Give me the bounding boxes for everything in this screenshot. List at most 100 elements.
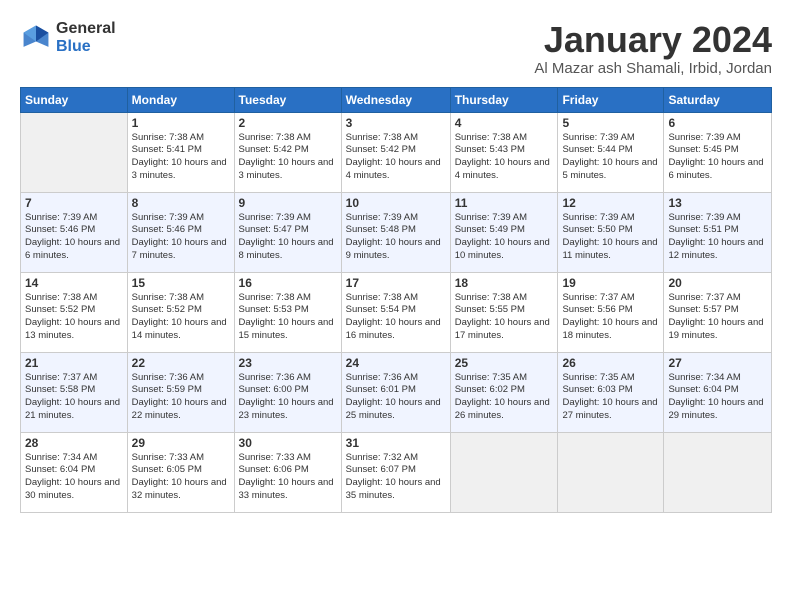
day-number: 6 [668, 116, 767, 130]
table-row: 7 Sunrise: 7:39 AM Sunset: 5:46 PM Dayli… [21, 192, 128, 272]
day-info: Sunrise: 7:36 AM Sunset: 5:59 PM Dayligh… [132, 372, 230, 423]
day-info: Sunrise: 7:38 AM Sunset: 5:52 PM Dayligh… [132, 292, 230, 343]
calendar-title: January 2024 [534, 20, 772, 60]
day-info: Sunrise: 7:33 AM Sunset: 6:05 PM Dayligh… [132, 452, 230, 503]
page: General Blue January 2024 Al Mazar ash S… [0, 0, 792, 612]
day-number: 1 [132, 116, 230, 130]
table-row: 14 Sunrise: 7:38 AM Sunset: 5:52 PM Dayl… [21, 272, 128, 352]
day-info: Sunrise: 7:39 AM Sunset: 5:49 PM Dayligh… [455, 212, 554, 263]
table-row: 9 Sunrise: 7:39 AM Sunset: 5:47 PM Dayli… [234, 192, 341, 272]
calendar-week-row: 1 Sunrise: 7:38 AM Sunset: 5:41 PM Dayli… [21, 112, 772, 192]
table-row [664, 432, 772, 512]
logo-text: General Blue [56, 20, 116, 55]
table-row: 30 Sunrise: 7:33 AM Sunset: 6:06 PM Dayl… [234, 432, 341, 512]
day-info: Sunrise: 7:39 AM Sunset: 5:47 PM Dayligh… [239, 212, 337, 263]
calendar-week-row: 21 Sunrise: 7:37 AM Sunset: 5:58 PM Dayl… [21, 352, 772, 432]
day-number: 27 [668, 356, 767, 370]
day-info: Sunrise: 7:38 AM Sunset: 5:55 PM Dayligh… [455, 292, 554, 343]
day-info: Sunrise: 7:35 AM Sunset: 6:02 PM Dayligh… [455, 372, 554, 423]
day-number: 29 [132, 436, 230, 450]
table-row [450, 432, 558, 512]
day-number: 9 [239, 196, 337, 210]
table-row: 1 Sunrise: 7:38 AM Sunset: 5:41 PM Dayli… [127, 112, 234, 192]
table-row: 12 Sunrise: 7:39 AM Sunset: 5:50 PM Dayl… [558, 192, 664, 272]
day-info: Sunrise: 7:39 AM Sunset: 5:51 PM Dayligh… [668, 212, 767, 263]
day-number: 20 [668, 276, 767, 290]
day-info: Sunrise: 7:39 AM Sunset: 5:45 PM Dayligh… [668, 132, 767, 183]
day-info: Sunrise: 7:35 AM Sunset: 6:03 PM Dayligh… [562, 372, 659, 423]
table-row: 8 Sunrise: 7:39 AM Sunset: 5:46 PM Dayli… [127, 192, 234, 272]
day-number: 16 [239, 276, 337, 290]
table-row: 18 Sunrise: 7:38 AM Sunset: 5:55 PM Dayl… [450, 272, 558, 352]
day-number: 30 [239, 436, 337, 450]
col-friday: Friday [558, 87, 664, 112]
col-thursday: Thursday [450, 87, 558, 112]
table-row: 29 Sunrise: 7:33 AM Sunset: 6:05 PM Dayl… [127, 432, 234, 512]
table-row: 21 Sunrise: 7:37 AM Sunset: 5:58 PM Dayl… [21, 352, 128, 432]
day-info: Sunrise: 7:39 AM Sunset: 5:46 PM Dayligh… [25, 212, 123, 263]
table-row: 28 Sunrise: 7:34 AM Sunset: 6:04 PM Dayl… [21, 432, 128, 512]
day-number: 24 [346, 356, 446, 370]
table-row: 19 Sunrise: 7:37 AM Sunset: 5:56 PM Dayl… [558, 272, 664, 352]
header: General Blue January 2024 Al Mazar ash S… [20, 20, 772, 77]
col-wednesday: Wednesday [341, 87, 450, 112]
day-number: 18 [455, 276, 554, 290]
logo-blue-text: Blue [56, 38, 116, 56]
table-row: 16 Sunrise: 7:38 AM Sunset: 5:53 PM Dayl… [234, 272, 341, 352]
col-sunday: Sunday [21, 87, 128, 112]
logo-icon [20, 22, 52, 54]
day-number: 13 [668, 196, 767, 210]
table-row: 25 Sunrise: 7:35 AM Sunset: 6:02 PM Dayl… [450, 352, 558, 432]
table-row: 31 Sunrise: 7:32 AM Sunset: 6:07 PM Dayl… [341, 432, 450, 512]
col-monday: Monday [127, 87, 234, 112]
calendar-subtitle: Al Mazar ash Shamali, Irbid, Jordan [534, 60, 772, 77]
day-info: Sunrise: 7:39 AM Sunset: 5:50 PM Dayligh… [562, 212, 659, 263]
col-tuesday: Tuesday [234, 87, 341, 112]
day-number: 15 [132, 276, 230, 290]
day-number: 10 [346, 196, 446, 210]
table-row: 2 Sunrise: 7:38 AM Sunset: 5:42 PM Dayli… [234, 112, 341, 192]
day-number: 3 [346, 116, 446, 130]
day-info: Sunrise: 7:36 AM Sunset: 6:00 PM Dayligh… [239, 372, 337, 423]
calendar-week-row: 14 Sunrise: 7:38 AM Sunset: 5:52 PM Dayl… [21, 272, 772, 352]
day-info: Sunrise: 7:33 AM Sunset: 6:06 PM Dayligh… [239, 452, 337, 503]
day-info: Sunrise: 7:39 AM Sunset: 5:48 PM Dayligh… [346, 212, 446, 263]
table-row: 10 Sunrise: 7:39 AM Sunset: 5:48 PM Dayl… [341, 192, 450, 272]
day-info: Sunrise: 7:34 AM Sunset: 6:04 PM Dayligh… [668, 372, 767, 423]
col-saturday: Saturday [664, 87, 772, 112]
table-row: 26 Sunrise: 7:35 AM Sunset: 6:03 PM Dayl… [558, 352, 664, 432]
table-row: 15 Sunrise: 7:38 AM Sunset: 5:52 PM Dayl… [127, 272, 234, 352]
day-info: Sunrise: 7:37 AM Sunset: 5:57 PM Dayligh… [668, 292, 767, 343]
table-row: 17 Sunrise: 7:38 AM Sunset: 5:54 PM Dayl… [341, 272, 450, 352]
day-info: Sunrise: 7:34 AM Sunset: 6:04 PM Dayligh… [25, 452, 123, 503]
day-number: 17 [346, 276, 446, 290]
day-info: Sunrise: 7:38 AM Sunset: 5:43 PM Dayligh… [455, 132, 554, 183]
day-number: 2 [239, 116, 337, 130]
day-number: 8 [132, 196, 230, 210]
table-row: 4 Sunrise: 7:38 AM Sunset: 5:43 PM Dayli… [450, 112, 558, 192]
day-info: Sunrise: 7:36 AM Sunset: 6:01 PM Dayligh… [346, 372, 446, 423]
table-row: 22 Sunrise: 7:36 AM Sunset: 5:59 PM Dayl… [127, 352, 234, 432]
day-number: 31 [346, 436, 446, 450]
table-row: 6 Sunrise: 7:39 AM Sunset: 5:45 PM Dayli… [664, 112, 772, 192]
calendar-week-row: 7 Sunrise: 7:39 AM Sunset: 5:46 PM Dayli… [21, 192, 772, 272]
logo: General Blue [20, 20, 116, 55]
day-number: 25 [455, 356, 554, 370]
table-row: 11 Sunrise: 7:39 AM Sunset: 5:49 PM Dayl… [450, 192, 558, 272]
table-row: 27 Sunrise: 7:34 AM Sunset: 6:04 PM Dayl… [664, 352, 772, 432]
day-number: 5 [562, 116, 659, 130]
day-info: Sunrise: 7:38 AM Sunset: 5:53 PM Dayligh… [239, 292, 337, 343]
day-number: 19 [562, 276, 659, 290]
table-row: 23 Sunrise: 7:36 AM Sunset: 6:00 PM Dayl… [234, 352, 341, 432]
table-row: 5 Sunrise: 7:39 AM Sunset: 5:44 PM Dayli… [558, 112, 664, 192]
day-number: 11 [455, 196, 554, 210]
table-row: 3 Sunrise: 7:38 AM Sunset: 5:42 PM Dayli… [341, 112, 450, 192]
day-info: Sunrise: 7:38 AM Sunset: 5:42 PM Dayligh… [346, 132, 446, 183]
calendar-table: Sunday Monday Tuesday Wednesday Thursday… [20, 87, 772, 513]
day-info: Sunrise: 7:39 AM Sunset: 5:44 PM Dayligh… [562, 132, 659, 183]
day-info: Sunrise: 7:37 AM Sunset: 5:58 PM Dayligh… [25, 372, 123, 423]
day-number: 28 [25, 436, 123, 450]
calendar-week-row: 28 Sunrise: 7:34 AM Sunset: 6:04 PM Dayl… [21, 432, 772, 512]
day-info: Sunrise: 7:38 AM Sunset: 5:41 PM Dayligh… [132, 132, 230, 183]
day-number: 26 [562, 356, 659, 370]
